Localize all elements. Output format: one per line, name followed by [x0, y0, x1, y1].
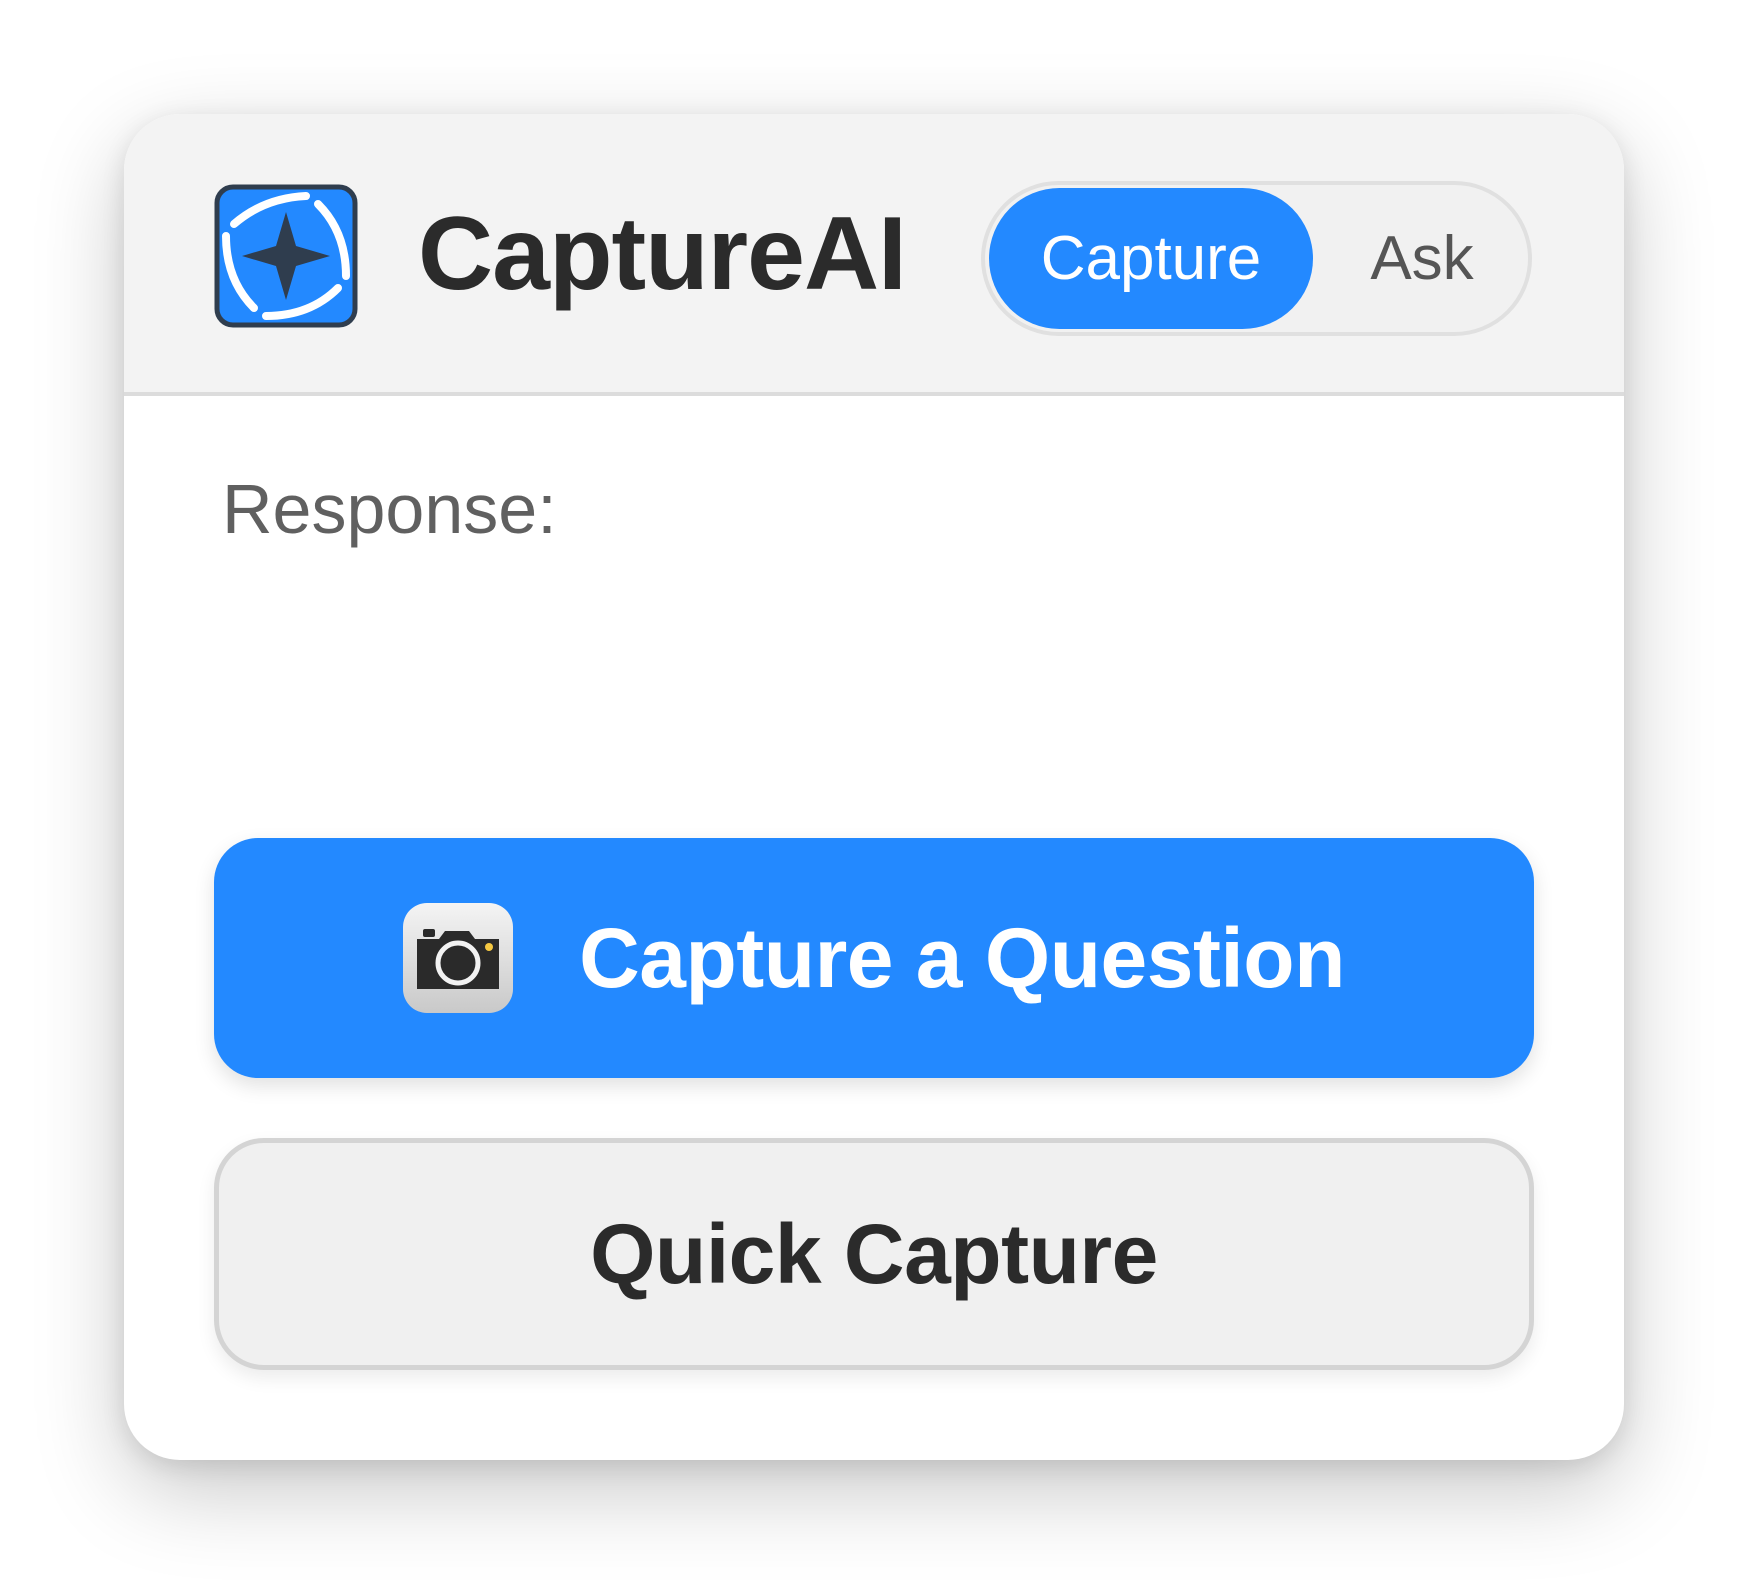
capture-question-button[interactable]: Capture a Question	[214, 838, 1534, 1078]
mode-ask-tab[interactable]: Ask	[1317, 188, 1527, 329]
quick-capture-label: Quick Capture	[590, 1206, 1158, 1301]
capture-question-label: Capture a Question	[579, 910, 1345, 1005]
app-title: CaptureAI	[418, 196, 907, 312]
app-logo-icon	[214, 184, 358, 328]
quick-capture-button[interactable]: Quick Capture	[214, 1138, 1534, 1370]
header-bar: CaptureAI Capture Ask	[124, 114, 1624, 396]
mode-toggle: Capture Ask	[981, 181, 1532, 336]
mode-capture-tab[interactable]: Capture	[989, 188, 1313, 329]
camera-icon	[403, 903, 514, 1013]
response-label: Response:	[222, 470, 557, 548]
capture-ai-popup: CaptureAI Capture Ask Response: Capture …	[124, 114, 1624, 1460]
